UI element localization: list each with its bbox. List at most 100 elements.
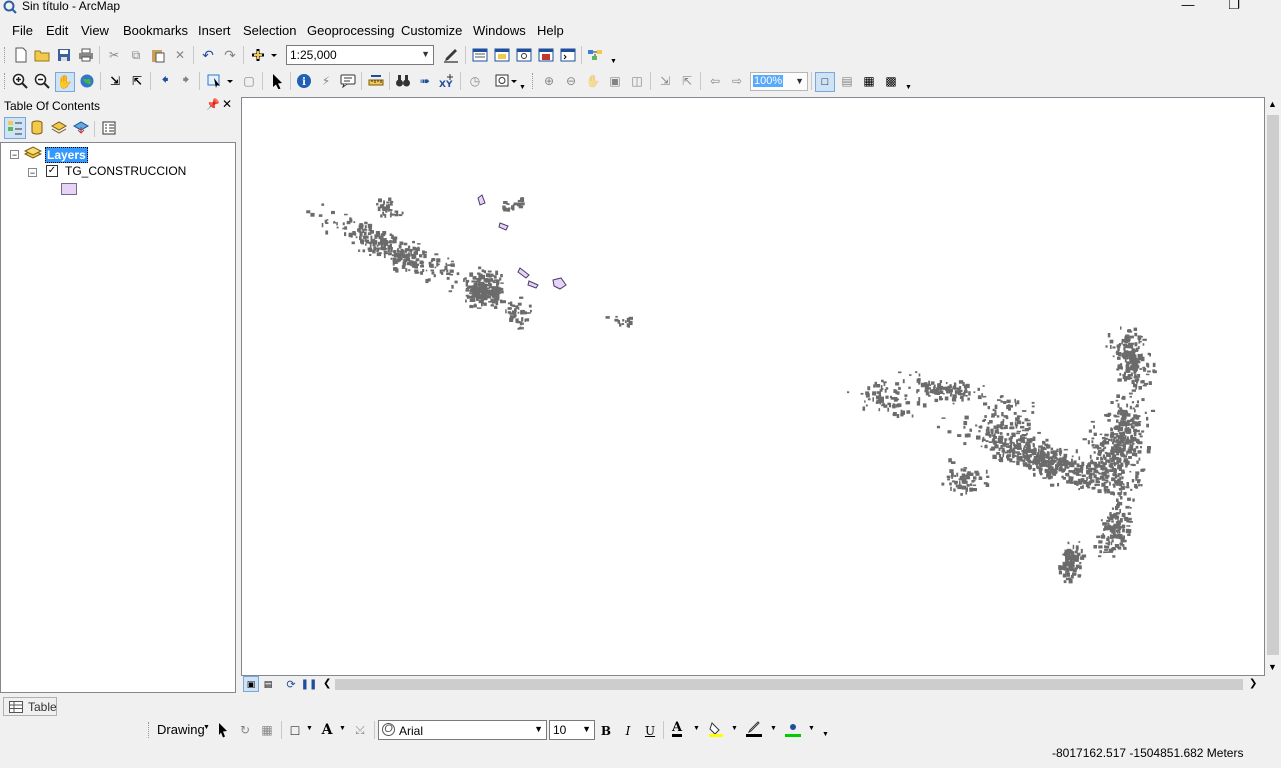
select-features-button[interactable] (205, 72, 235, 90)
fixed-zoom-out-layout-button[interactable]: ⇱ (678, 72, 696, 90)
focus-data-frame-button[interactable]: ▤ (838, 72, 856, 90)
fixed-zoom-out-button[interactable]: ⇱ (128, 72, 146, 90)
catalog-window-button[interactable] (493, 46, 511, 64)
map-canvas[interactable] (242, 98, 1264, 675)
marker-color-button[interactable] (784, 720, 802, 738)
data-driven-pages-button[interactable]: ▩ (882, 72, 900, 90)
toolbar-options-icon[interactable]: ▼ (822, 731, 829, 738)
layer-symbol-swatch[interactable] (61, 183, 77, 195)
font-size-select[interactable]: 10 ▼ (549, 720, 595, 740)
save-button[interactable] (55, 46, 73, 64)
line-color-arrow-icon[interactable]: ▼ (770, 725, 777, 732)
scroll-down-icon[interactable]: ▼ (1268, 662, 1277, 672)
scroll-up-icon[interactable]: ▲ (1268, 99, 1277, 109)
scroll-right-icon[interactable]: ❯ (1249, 678, 1257, 689)
pause-drawing-button[interactable]: ❚❚ (301, 676, 318, 692)
toolbar-options-icon[interactable]: ▼ (519, 84, 526, 91)
collapse-layers-icon[interactable]: − (10, 150, 19, 160)
paste-button[interactable] (149, 46, 167, 64)
toolbar-options-icon[interactable]: ▼ (905, 84, 912, 91)
go-forward-extent-button[interactable]: 🠺 (177, 71, 195, 90)
measure-button[interactable] (367, 72, 385, 90)
change-layout-button[interactable]: ▦ (860, 72, 878, 90)
list-by-selection-button[interactable] (72, 119, 90, 137)
menu-customize[interactable]: Customize (399, 23, 464, 38)
table-of-contents-button[interactable] (471, 46, 489, 64)
go-to-xy-button[interactable]: XY (438, 72, 456, 90)
clear-selection-button[interactable]: ▢ (240, 72, 258, 90)
pan-button[interactable]: ✋ (55, 72, 75, 92)
undo-button[interactable]: ↶ (199, 46, 217, 64)
close-icon[interactable]: ✕ (222, 97, 232, 111)
rectangle-tool-arrow-icon[interactable]: ▼ (306, 725, 313, 732)
full-extent-button[interactable] (78, 72, 96, 90)
menu-bookmarks[interactable]: Bookmarks (121, 23, 190, 38)
font-color-arrow-icon[interactable]: ▼ (693, 725, 700, 732)
layer-visibility-checkbox[interactable]: ✓ (46, 165, 58, 177)
menu-selection[interactable]: Selection (241, 23, 298, 38)
list-by-drawing-order-button[interactable] (4, 117, 26, 139)
html-popup-button[interactable] (339, 72, 357, 90)
toc-options-button[interactable] (100, 119, 118, 137)
toolbar-grip[interactable] (4, 73, 9, 89)
print-button[interactable] (77, 46, 95, 64)
go-back-extent-button[interactable]: 🠸 (156, 71, 174, 90)
find-button[interactable] (394, 72, 412, 90)
list-by-visibility-button[interactable] (50, 119, 68, 137)
new-document-button[interactable] (12, 46, 30, 64)
edit-vertices-button[interactable]: ⤩ (351, 721, 369, 739)
search-window-button[interactable] (515, 46, 533, 64)
zoom-to-selected-elements-button[interactable]: ▦ (258, 721, 276, 739)
menu-geoprocessing[interactable]: Geoprocessing (305, 23, 396, 38)
add-data-button[interactable] (249, 46, 279, 64)
fixed-zoom-in-button[interactable]: ⇲ (106, 72, 124, 90)
bold-button[interactable]: B (597, 722, 615, 740)
viewer-window-button[interactable] (494, 72, 518, 90)
open-button[interactable] (33, 46, 51, 64)
table-window-tab[interactable]: Table (3, 697, 57, 716)
menu-view[interactable]: View (79, 23, 111, 38)
identify-button[interactable]: i (295, 72, 313, 90)
delete-button[interactable]: ✕ (171, 46, 189, 64)
layout-forward-extent-button[interactable]: ⇨ (728, 72, 746, 90)
layout-zoom-out-button[interactable]: ⊖ (562, 72, 580, 90)
text-tool-arrow-icon[interactable]: ▼ (339, 725, 346, 732)
cut-button[interactable]: ✂ (105, 46, 123, 64)
fixed-zoom-in-layout-button[interactable]: ⇲ (656, 72, 674, 90)
modelbuilder-button[interactable] (587, 46, 605, 64)
refresh-button[interactable]: ⟳ (283, 676, 299, 692)
toolbar-options-icon[interactable]: ▼ (610, 58, 617, 65)
map-vertical-scrollbar[interactable]: ▲ ▼ (1265, 97, 1281, 676)
toolbar-grip[interactable] (4, 47, 9, 63)
menu-windows[interactable]: Windows (471, 23, 528, 38)
hyperlink-button[interactable]: ⚡ (317, 72, 335, 90)
copy-button[interactable]: ⧉ (127, 46, 145, 64)
python-window-button[interactable] (559, 46, 577, 64)
layer-name[interactable]: TG_CONSTRUCCION (65, 164, 186, 178)
marker-color-arrow-icon[interactable]: ▼ (808, 725, 815, 732)
drawing-menu-arrow-icon[interactable]: ▼ (203, 724, 210, 731)
arctoolbox-button[interactable] (537, 46, 555, 64)
line-color-button[interactable] (745, 720, 763, 738)
vertical-scroll-thumb[interactable] (1267, 115, 1279, 655)
scroll-left-icon[interactable]: ❮ (323, 678, 331, 689)
select-elements-button[interactable] (214, 721, 232, 739)
map-view[interactable] (241, 97, 1265, 676)
auto-hide-pin-icon[interactable]: 📌 (206, 98, 220, 111)
list-by-source-button[interactable] (28, 119, 46, 137)
layout-zoom-select[interactable]: 100% ▼ (750, 72, 808, 91)
maximize-button[interactable]: ❐ (1211, 0, 1257, 13)
redo-button[interactable]: ↷ (221, 46, 239, 64)
rectangle-tool-button[interactable]: □ (286, 721, 304, 739)
zoom-whole-page-button[interactable]: ▣ (606, 72, 624, 90)
drawing-menu[interactable]: Drawing (157, 722, 205, 737)
italic-button[interactable]: I (619, 722, 637, 740)
time-slider-button[interactable]: ◷ (466, 72, 484, 90)
zoom-out-button[interactable] (33, 72, 51, 90)
menu-insert[interactable]: Insert (196, 23, 233, 38)
editor-toolbar-button[interactable] (442, 46, 460, 64)
zoom-100-button[interactable]: ◫ (628, 72, 646, 90)
data-frame-name[interactable]: Layers (45, 147, 88, 163)
fill-color-button[interactable] (707, 720, 725, 738)
zoom-in-button[interactable] (11, 72, 29, 90)
